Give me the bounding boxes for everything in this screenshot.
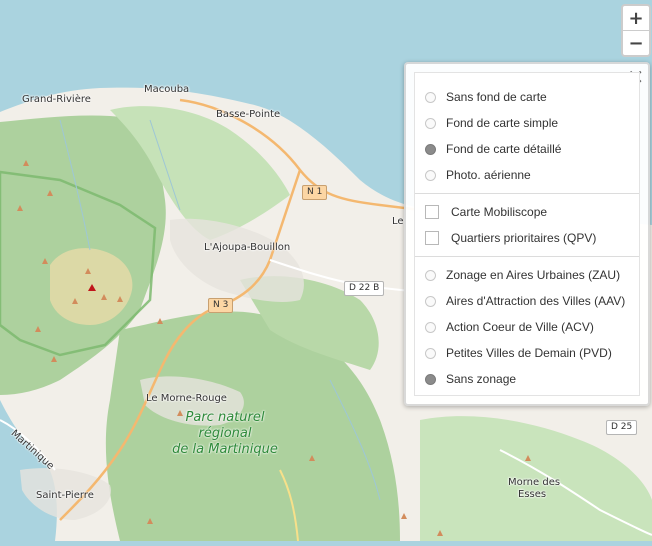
divider [415, 256, 639, 257]
road-shield: D 25 [606, 420, 638, 435]
layers-panel: ✕ Sans fond de carte Fond de carte simpl… [404, 62, 650, 406]
radio-button[interactable] [425, 91, 436, 103]
place-label: Esses [518, 489, 547, 500]
radio-button[interactable] [425, 269, 436, 281]
checkbox[interactable] [425, 205, 439, 219]
park-label-line: régional [198, 426, 252, 441]
option-label: Quartiers prioritaires (QPV) [451, 231, 597, 245]
option-label: Aires d'Attraction des Villes (AAV) [446, 294, 626, 308]
zoom-in-button[interactable]: + [623, 6, 649, 30]
radio-button[interactable] [425, 347, 436, 359]
option-label: Zonage en Aires Urbaines (ZAU) [446, 268, 621, 282]
zonage-option-none[interactable]: Sans zonage [425, 369, 516, 389]
place-label: Macouba [144, 84, 190, 95]
place-label: Grand-Rivière [22, 94, 91, 105]
place-label: Le Morne-Rouge [146, 393, 227, 404]
radio-button[interactable] [425, 169, 436, 181]
zonage-option-pvd[interactable]: Petites Villes de Demain (PVD) [425, 343, 612, 363]
overlay-option-qpv[interactable]: Quartiers prioritaires (QPV) [425, 228, 596, 248]
option-label: Fond de carte détaillé [446, 142, 562, 156]
radio-button[interactable] [425, 321, 436, 333]
option-label: Fond de carte simple [446, 116, 559, 130]
road-shield: N 1 [302, 185, 328, 200]
place-label: L'Ajoupa-Bouillon [204, 242, 291, 253]
option-label: Carte Mobiliscope [451, 205, 548, 219]
overlay-option-mobiliscope[interactable]: Carte Mobiliscope [425, 202, 547, 222]
basemap-option-none[interactable]: Sans fond de carte [425, 87, 547, 107]
park-label-line: Parc naturel [185, 410, 265, 425]
zonage-option-acv[interactable]: Action Coeur de Ville (ACV) [425, 317, 594, 337]
radio-button-checked[interactable] [425, 373, 436, 385]
zonage-option-aav[interactable]: Aires d'Attraction des Villes (AAV) [425, 291, 625, 311]
option-label: Sans fond de carte [446, 90, 547, 104]
road-shield: D 22 B [344, 281, 385, 296]
basemap-option-simple[interactable]: Fond de carte simple [425, 113, 558, 133]
place-label: Saint-Pierre [36, 490, 94, 501]
option-label: Sans zonage [446, 372, 517, 386]
park-label: Parc naturel régional de la Martinique [168, 410, 282, 458]
layers-list: Sans fond de carte Fond de carte simple … [414, 72, 640, 396]
basemap-option-detailed[interactable]: Fond de carte détaillé [425, 139, 561, 159]
radio-button[interactable] [425, 117, 436, 129]
checkbox[interactable] [425, 231, 439, 245]
option-label: Action Coeur de Ville (ACV) [446, 320, 594, 334]
basemap-option-aerial[interactable]: Photo. aérienne [425, 165, 531, 185]
place-label: Basse-Pointe [216, 109, 281, 120]
zoom-out-button[interactable]: − [623, 30, 649, 55]
place-label: Le [392, 216, 404, 227]
park-label-line: de la Martinique [172, 442, 278, 457]
radio-button[interactable] [425, 295, 436, 307]
zoom-control: + − [621, 4, 651, 57]
zonage-option-zau[interactable]: Zonage en Aires Urbaines (ZAU) [425, 265, 620, 285]
road-shield: N 3 [208, 298, 234, 313]
radio-button-checked[interactable] [425, 143, 436, 155]
option-label: Petites Villes de Demain (PVD) [446, 346, 612, 360]
divider [415, 193, 639, 194]
place-label: Morne des [508, 477, 561, 488]
option-label: Photo. aérienne [446, 168, 531, 182]
